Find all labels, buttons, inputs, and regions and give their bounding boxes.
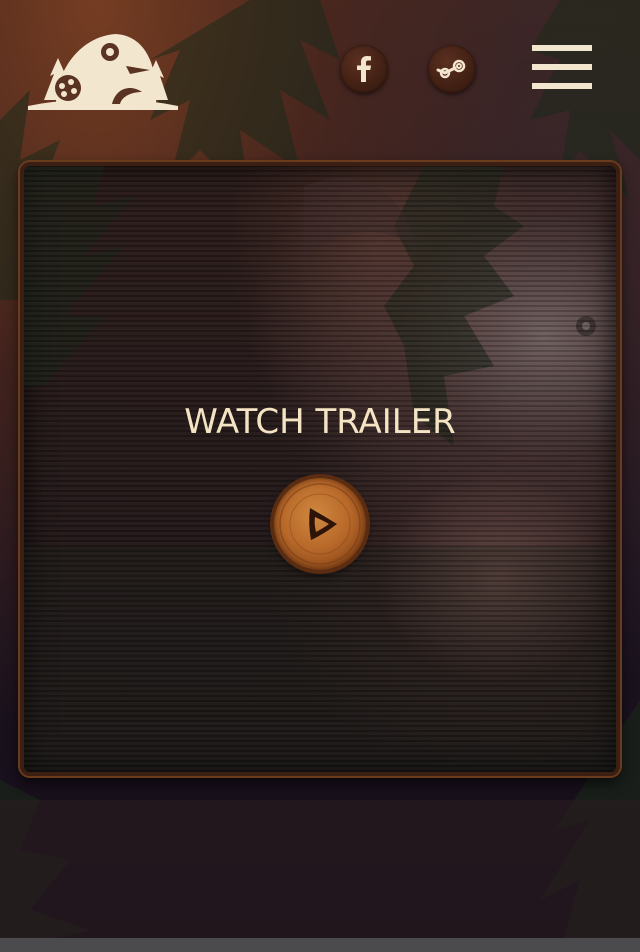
menu-bar-bottom [532,83,592,89]
play-icon [279,483,361,565]
menu-bar-middle [532,64,592,70]
menu-button[interactable] [532,45,592,89]
trailer-thumbnail [24,166,616,772]
steam-button[interactable] [428,45,476,93]
facebook-button[interactable] [340,45,388,93]
menu-bar-top [532,45,592,51]
site-logo[interactable] [26,30,180,110]
steam-icon [436,59,466,79]
watch-trailer-heading: WATCH TRAILER [184,402,456,442]
play-trailer-button[interactable] [274,478,366,570]
facebook-icon [357,56,371,82]
mushroom-house-logo-icon [28,34,178,110]
bottom-bar [0,938,640,952]
trailer-panel[interactable]: WATCH TRAILER [20,162,620,776]
